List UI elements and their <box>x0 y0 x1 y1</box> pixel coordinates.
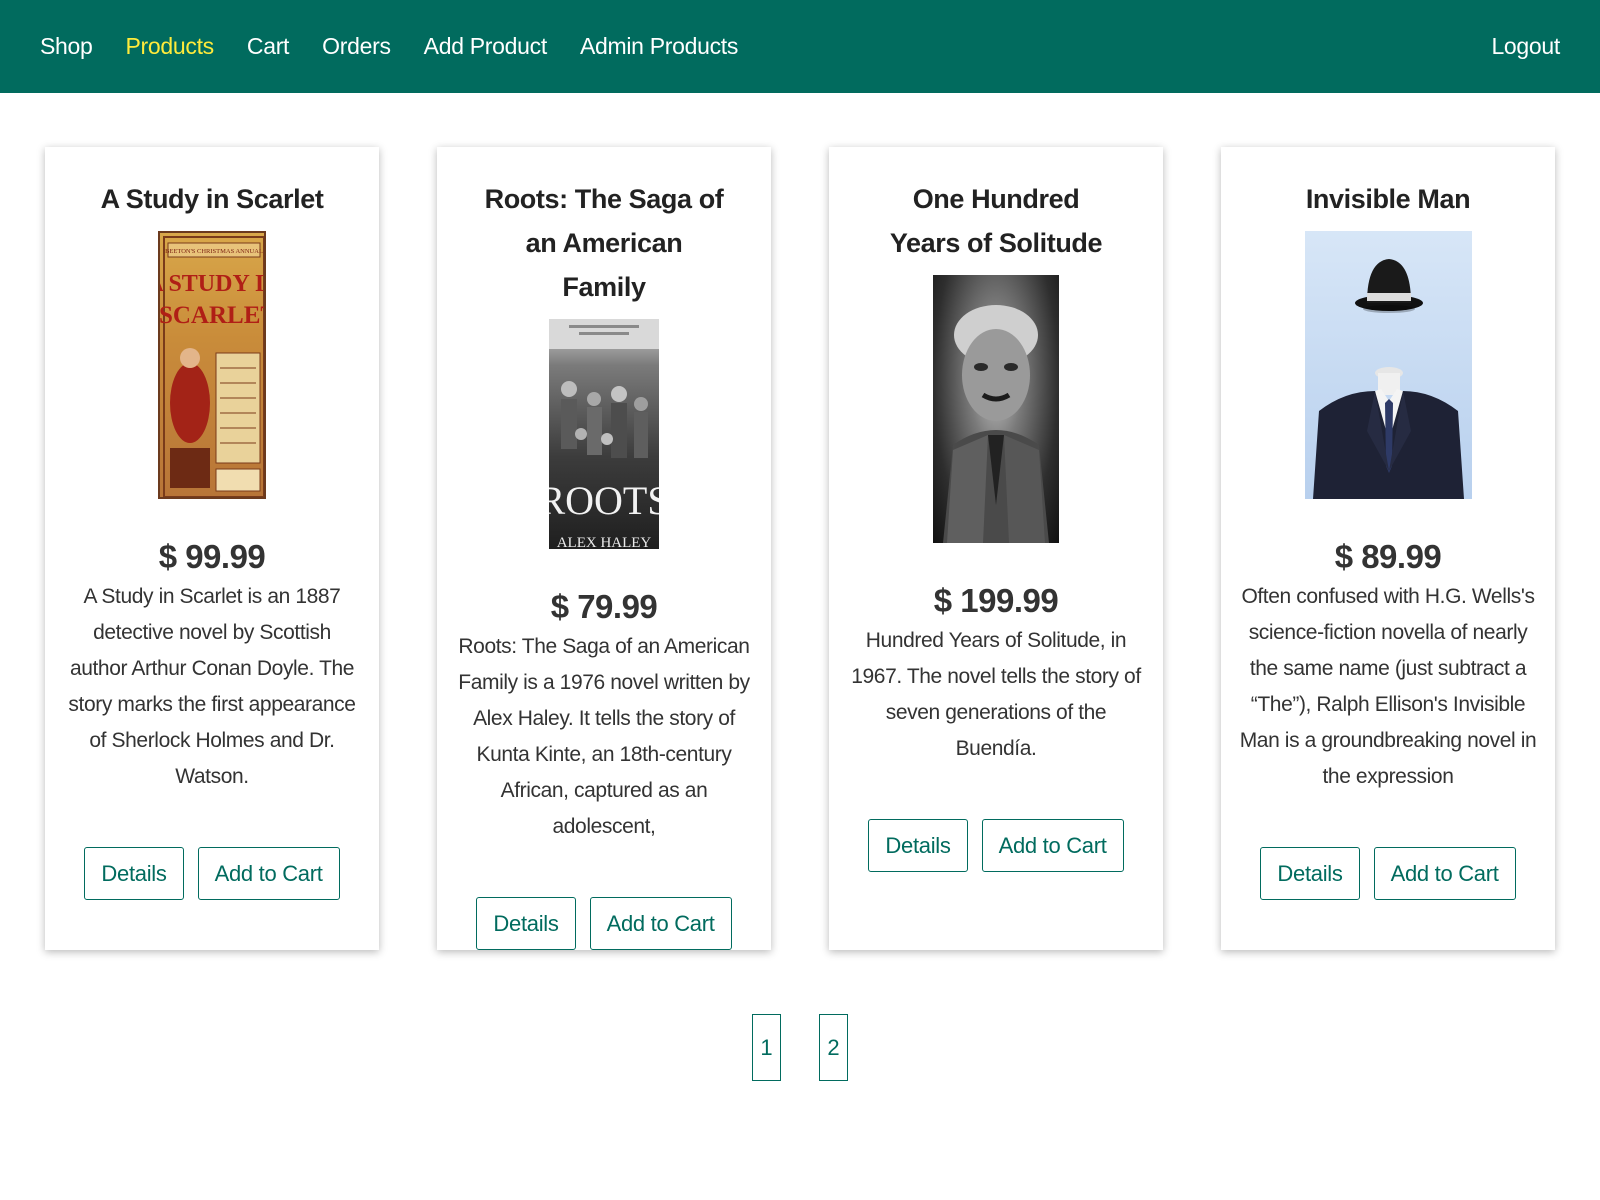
add-to-cart-button[interactable]: Add to Cart <box>981 819 1124 872</box>
add-to-cart-button[interactable]: Add to Cart <box>197 847 340 900</box>
svg-text:SCARLET: SCARLET <box>160 302 266 329</box>
product-title: One Hundred Years of Solitude <box>889 184 1103 258</box>
book-cover-roots-icon: ROOTS ALEX HALEY <box>549 319 659 549</box>
page-link-2[interactable]: 2 <box>819 1014 848 1081</box>
product-card: One Hundred Years of Solitude $ 199.99 H… <box>829 147 1163 950</box>
product-description: A Study in Scarlet is an 1887 detective … <box>68 585 356 788</box>
page-link-1[interactable]: 1 <box>752 1014 781 1081</box>
product-title: Roots: The Saga of an American Family <box>484 184 724 302</box>
book-cover-study-in-scarlet-icon: BEETON'S CHRISTMAS ANNUAL A STUDY IN SCA… <box>160 236 266 497</box>
details-button[interactable]: Details <box>476 897 576 950</box>
details-button[interactable]: Details <box>84 847 184 900</box>
card-actions: Details Add to Cart <box>868 819 1124 872</box>
invisible-man-suit-and-hat-icon <box>1312 259 1464 499</box>
product-image <box>933 275 1059 543</box>
product-image: ROOTS ALEX HALEY <box>549 319 659 549</box>
product-description: Hundred Years of Solitude, in 1967. The … <box>851 629 1141 760</box>
add-to-cart-button[interactable]: Add to Cart <box>1373 847 1516 900</box>
product-card: Roots: The Saga of an American Family RO… <box>437 147 771 950</box>
product-price: $ 99.99 <box>158 538 266 575</box>
product-price: $ 89.99 <box>1334 538 1442 575</box>
product-grid: A Study in Scarlet BEETON'S CHRISTMAS AN… <box>0 0 1600 1081</box>
svg-text:ALEX HALEY: ALEX HALEY <box>557 535 652 549</box>
author-portrait-icon <box>943 305 1049 543</box>
product-image: BEETON'S CHRISTMAS ANNUAL A STUDY IN SCA… <box>158 231 266 499</box>
product-description: Often confused with H.G. Wells's science… <box>1239 585 1537 788</box>
product-image <box>1304 231 1472 499</box>
product-card: Invisible Man $ 89.99 Often confused wit… <box>1221 147 1555 950</box>
details-button[interactable]: Details <box>868 819 968 872</box>
product-price: $ 79.99 <box>550 588 658 625</box>
product-title: Invisible Man <box>1305 184 1471 214</box>
svg-text:BEETON'S CHRISTMAS ANNUAL: BEETON'S CHRISTMAS ANNUAL <box>165 248 263 255</box>
svg-text:ROOTS: ROOTS <box>549 478 659 523</box>
add-to-cart-button[interactable]: Add to Cart <box>589 897 732 950</box>
card-actions: Details Add to Cart <box>476 897 732 950</box>
pagination: 1 2 <box>0 1014 1600 1081</box>
product-description: Roots: The Saga of an American Family is… <box>458 635 750 838</box>
card-actions: Details Add to Cart <box>1260 847 1516 900</box>
card-actions: Details Add to Cart <box>84 847 340 900</box>
product-price: $ 199.99 <box>933 582 1059 619</box>
product-title: A Study in Scarlet <box>100 184 324 214</box>
details-button[interactable]: Details <box>1260 847 1360 900</box>
product-card: A Study in Scarlet BEETON'S CHRISTMAS AN… <box>45 147 379 950</box>
svg-text:A STUDY IN: A STUDY IN <box>160 271 266 297</box>
